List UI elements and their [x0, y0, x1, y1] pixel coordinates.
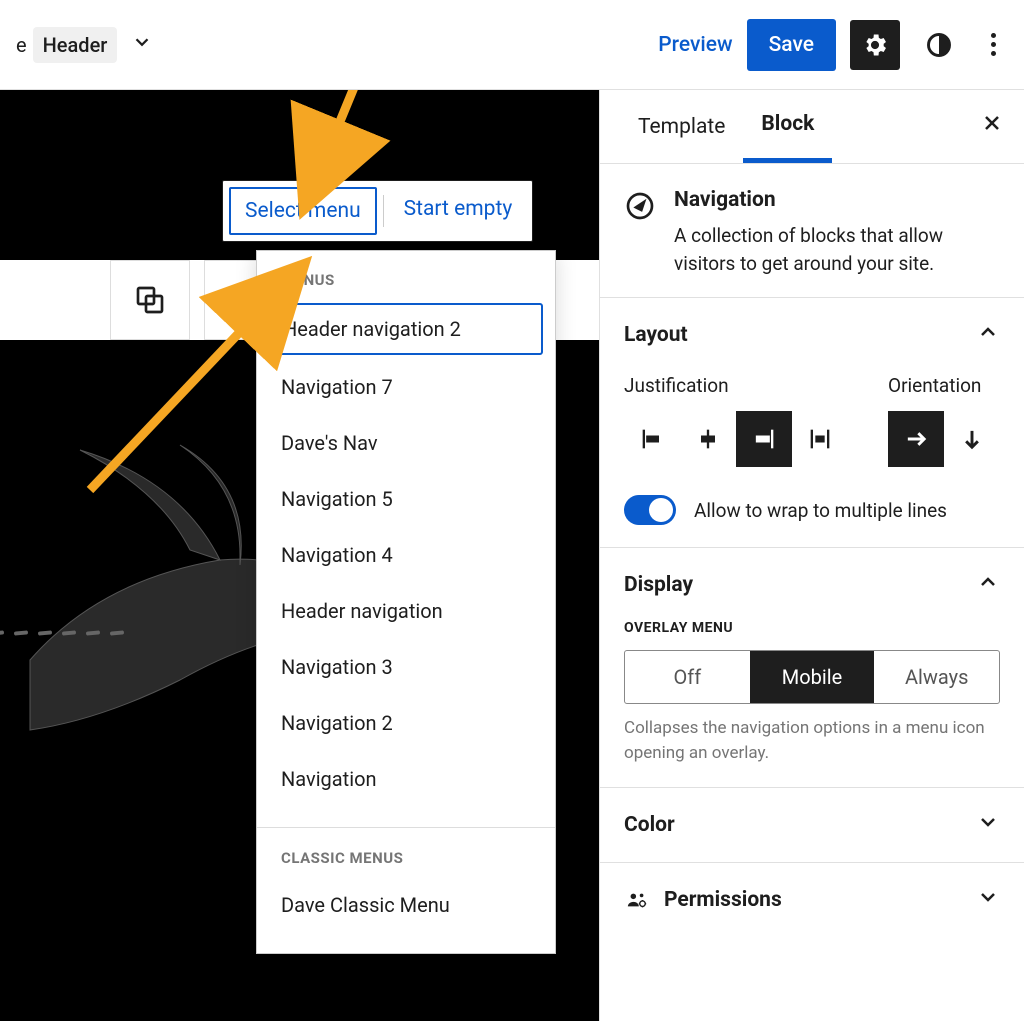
justify-right-icon [750, 425, 778, 453]
contrast-icon [925, 31, 953, 59]
panel-title: Color [624, 813, 675, 837]
menu-option[interactable]: Dave's Nav [257, 415, 555, 471]
annotation-arrow [290, 90, 410, 194]
close-sidebar-button[interactable] [980, 111, 1004, 142]
justify-right-button[interactable] [736, 411, 792, 467]
dot-icon [991, 42, 996, 47]
chevron-up-icon [976, 570, 1000, 600]
wrap-label: Allow to wrap to multiple lines [694, 499, 947, 522]
close-icon [980, 111, 1004, 135]
orientation-label: Orientation [888, 374, 1000, 397]
chevron-down-icon[interactable] [131, 31, 153, 58]
panel-title: Layout [624, 323, 688, 347]
toggle-knob [649, 498, 673, 522]
dot-icon [991, 51, 996, 56]
block-description: A collection of blocks that allow visito… [674, 222, 1000, 277]
menu-option[interactable]: Navigation 5 [257, 471, 555, 527]
classic-menu-option[interactable]: Dave Classic Menu [257, 877, 555, 933]
tab-block[interactable]: Block [743, 90, 832, 163]
settings-button[interactable] [850, 20, 900, 70]
overlay-menu-heading: OVERLAY MENU [624, 620, 1000, 636]
justify-left-icon [638, 425, 666, 453]
truncated-text: e [16, 33, 27, 57]
justification-group [624, 411, 848, 467]
editor-canvas[interactable]: Select menu Start empty MENUS Header nav… [0, 90, 599, 1021]
dropdown-heading-classic: CLASSIC MENUS [257, 829, 555, 877]
feather-trail [0, 620, 190, 640]
dropdown-heading-menus: MENUS [257, 251, 555, 299]
more-options-button[interactable] [978, 20, 1008, 70]
orientation-horizontal-button[interactable] [888, 411, 944, 467]
settings-sidebar: Template Block Navigation A collection o… [599, 90, 1024, 1021]
tab-template[interactable]: Template [620, 93, 743, 161]
panel-title: Display [624, 573, 693, 597]
justify-space-between-button[interactable] [792, 411, 848, 467]
arrow-down-icon [958, 425, 986, 453]
gear-icon [861, 31, 889, 59]
justify-center-icon [694, 425, 722, 453]
menu-option[interactable]: Navigation 4 [257, 527, 555, 583]
navigation-placeholder-popover: Select menu Start empty [222, 180, 533, 242]
block-group-button[interactable] [110, 260, 190, 340]
menu-option[interactable]: Navigation 3 [257, 639, 555, 695]
justify-space-icon [806, 425, 834, 453]
orientation-group [888, 411, 1000, 467]
orientation-vertical-button[interactable] [944, 411, 1000, 467]
color-panel: Color [600, 787, 1024, 862]
start-empty-button[interactable]: Start empty [384, 181, 533, 241]
permissions-panel-toggle[interactable]: Permissions [624, 885, 1000, 915]
menu-option[interactable]: Navigation 7 [257, 359, 555, 415]
justify-center-button[interactable] [680, 411, 736, 467]
wrap-toggle-row: Allow to wrap to multiple lines [624, 495, 1000, 525]
styles-button[interactable] [914, 20, 964, 70]
overlay-off-button[interactable]: Off [625, 651, 750, 703]
chevron-down-icon [976, 810, 1000, 840]
overlay-menu-segmented: Off Mobile Always [624, 650, 1000, 704]
permissions-panel: Permissions [600, 862, 1024, 937]
block-card: Navigation A collection of blocks that a… [600, 164, 1024, 297]
wrap-toggle[interactable] [624, 495, 676, 525]
menu-option[interactable]: Header navigation [257, 583, 555, 639]
justify-left-button[interactable] [624, 411, 680, 467]
chevron-down-icon [976, 885, 1000, 915]
users-gear-icon [624, 889, 650, 911]
select-menu-button[interactable]: Select menu [229, 187, 377, 235]
display-panel-toggle[interactable]: Display [624, 570, 1000, 600]
menu-option[interactable]: Header navigation 2 [269, 303, 543, 355]
document-title-area[interactable]: e Header [16, 27, 153, 63]
menu-option[interactable]: Navigation [257, 751, 555, 807]
block-title: Navigation [674, 188, 1000, 212]
group-icon [134, 284, 166, 316]
layout-panel-toggle[interactable]: Layout [624, 320, 1000, 350]
compass-icon [624, 190, 656, 222]
overlay-mobile-button[interactable]: Mobile [750, 651, 875, 703]
sidebar-tabs: Template Block [600, 90, 1024, 164]
layout-panel: Layout Justification Orientation [600, 297, 1024, 547]
arrow-right-icon [902, 425, 930, 453]
justification-label: Justification [624, 374, 848, 397]
panel-title: Permissions [664, 888, 782, 912]
editor-main: Select menu Start empty MENUS Header nav… [0, 90, 1024, 1021]
top-bar-actions: Preview Save [658, 19, 1008, 71]
color-panel-toggle[interactable]: Color [624, 810, 1000, 840]
menu-dropdown: MENUS Header navigation 2 Navigation 7 D… [256, 250, 556, 954]
save-button[interactable]: Save [747, 19, 836, 71]
overlay-always-button[interactable]: Always [874, 651, 999, 703]
preview-link[interactable]: Preview [658, 33, 732, 57]
dot-icon [991, 33, 996, 38]
menu-option[interactable]: Navigation 2 [257, 695, 555, 751]
overlay-help-text: Collapses the navigation options in a me… [624, 716, 1000, 765]
chevron-up-icon [976, 320, 1000, 350]
editor-top-bar: e Header Preview Save [0, 0, 1024, 90]
template-name-pill[interactable]: Header [33, 27, 118, 63]
display-panel: Display OVERLAY MENU Off Mobile Always C… [600, 547, 1024, 787]
